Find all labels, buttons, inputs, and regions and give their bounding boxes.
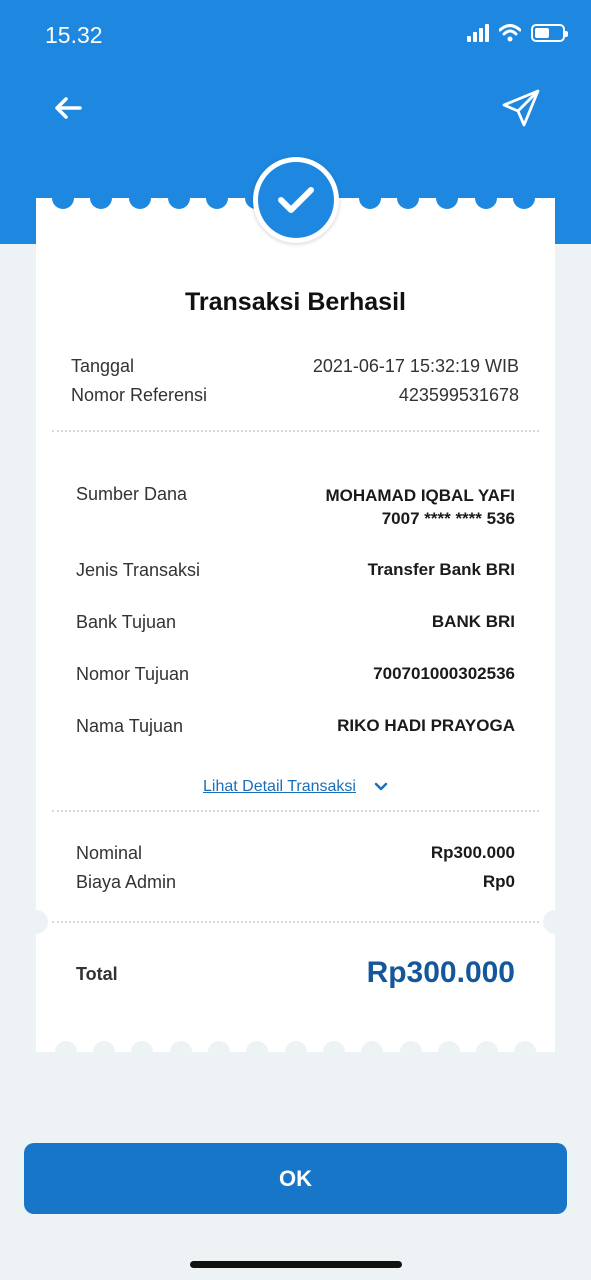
divider xyxy=(52,810,539,812)
detail-row: Nama Tujuan RIKO HADI PRAYOGA xyxy=(76,716,515,737)
scallop-dot xyxy=(513,187,535,209)
meta-row: Nomor Referensi 423599531678 xyxy=(71,385,519,406)
paper-plane-icon xyxy=(502,89,540,127)
detail-label: Sumber Dana xyxy=(76,484,188,504)
detail-value: MOHAMAD IQBAL YAFI 7007 **** **** 536 xyxy=(325,484,515,530)
side-notch xyxy=(543,910,567,934)
amount-value: Rp0 xyxy=(482,872,515,891)
arrow-left-icon xyxy=(55,97,82,119)
ok-button[interactable]: OK xyxy=(24,1143,567,1214)
account-number: 7007 **** **** 536 xyxy=(381,509,515,528)
detail-row: Sumber Dana MOHAMAD IQBAL YAFI 7007 ****… xyxy=(76,484,515,530)
scallop-dot xyxy=(438,1041,460,1063)
detail-row: Jenis Transaksi Transfer Bank BRI xyxy=(76,560,515,581)
total-value: Rp300.000 xyxy=(366,956,515,989)
scallop-dot xyxy=(475,187,497,209)
detail-value: BANK BRI xyxy=(431,612,515,631)
amount-label: Nominal xyxy=(76,843,143,863)
detail-label: Nomor Tujuan xyxy=(76,664,190,684)
signal-icon xyxy=(467,24,489,42)
meta-label: Tanggal xyxy=(71,356,135,376)
back-button[interactable] xyxy=(50,90,86,126)
meta-row: Tanggal 2021-06-17 15:32:19 WIB xyxy=(71,356,519,377)
receipt-card: Transaksi Berhasil Tanggal 2021-06-17 15… xyxy=(24,187,567,1063)
scallop-dot xyxy=(397,187,419,209)
scallop-dot xyxy=(246,1041,268,1063)
scallop-dot xyxy=(285,1041,307,1063)
home-indicator xyxy=(190,1261,402,1268)
view-details-label: Lihat Detail Transaksi xyxy=(203,778,356,795)
divider xyxy=(52,921,539,923)
side-notch xyxy=(24,910,48,934)
detail-label: Jenis Transaksi xyxy=(76,560,201,580)
scallop-dot xyxy=(131,1041,153,1063)
scallop-dot xyxy=(90,187,112,209)
status-time: 15.32 xyxy=(45,22,103,48)
scallop-dot xyxy=(52,187,74,209)
detail-label: Nama Tujuan xyxy=(76,716,184,736)
detail-row: Bank Tujuan BANK BRI xyxy=(76,612,515,633)
status-icons xyxy=(467,24,568,42)
battery-icon xyxy=(531,24,568,42)
scallop-dot xyxy=(400,1041,422,1063)
amount-label: Biaya Admin xyxy=(76,872,177,892)
wifi-icon xyxy=(499,24,521,42)
amount-row: Nominal Rp300.000 xyxy=(76,843,515,864)
divider xyxy=(52,430,539,432)
detail-label: Bank Tujuan xyxy=(76,612,177,632)
detail-value: RIKO HADI PRAYOGA xyxy=(337,716,515,735)
detail-row: Nomor Tujuan 700701000302536 xyxy=(76,664,515,685)
scallop-dot xyxy=(206,187,228,209)
scallop-dot xyxy=(55,1041,77,1063)
share-button[interactable] xyxy=(499,86,543,130)
account-name: MOHAMAD IQBAL YAFI xyxy=(325,486,515,505)
scallop-dot xyxy=(93,1041,115,1063)
view-details-link[interactable]: Lihat Detail Transaksi xyxy=(36,778,555,796)
amount-row: Biaya Admin Rp0 xyxy=(76,872,515,893)
success-badge xyxy=(253,157,339,243)
detail-value: Transfer Bank BRI xyxy=(367,560,515,579)
scallop-dot xyxy=(514,1041,536,1063)
scallop-dot xyxy=(359,187,381,209)
checkmark-icon xyxy=(278,187,314,213)
scallop-dot xyxy=(170,1041,192,1063)
scallop-dot xyxy=(361,1041,383,1063)
page-title: Transaksi Berhasil xyxy=(185,288,406,316)
scallop-dot xyxy=(129,187,151,209)
amount-value: Rp300.000 xyxy=(430,843,515,862)
scallop-dot xyxy=(168,187,190,209)
scallop-dot xyxy=(436,187,458,209)
detail-value: 700701000302536 xyxy=(373,664,515,683)
scallop-dot xyxy=(208,1041,230,1063)
total-label: Total xyxy=(76,964,118,984)
meta-value: 423599531678 xyxy=(398,385,519,405)
scallop-dot xyxy=(323,1041,345,1063)
chevron-down-icon xyxy=(374,782,388,791)
meta-label: Nomor Referensi xyxy=(71,385,208,405)
success-badge-inner xyxy=(258,162,334,238)
meta-value: 2021-06-17 15:32:19 WIB xyxy=(312,356,519,376)
scallop-dot xyxy=(476,1041,498,1063)
